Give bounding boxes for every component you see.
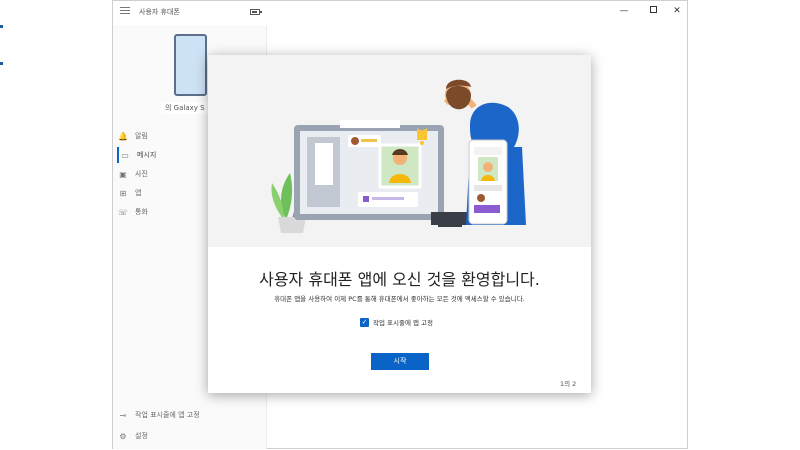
page-indicator: 1의 2 bbox=[560, 380, 577, 388]
welcome-subtitle: 휴대폰 앱을 사용하여 이제 PC를 통해 휴대폰에서 좋아하는 모든 것에 액… bbox=[274, 295, 525, 303]
sidebar-item-label: 앱 bbox=[135, 189, 142, 197]
device-name[interactable]: 의 Galaxy S bbox=[161, 102, 209, 114]
maximize-icon bbox=[649, 6, 657, 13]
sidebar-item-label: 작업 표시줄에 앱 고정 bbox=[135, 411, 200, 419]
desktop-edge-mark bbox=[0, 25, 3, 28]
photo-icon: ▣ bbox=[119, 169, 127, 179]
pin-icon: ⊸ bbox=[119, 410, 127, 420]
sidebar-item-label: 통화 bbox=[135, 208, 148, 216]
sidebar-item-pin-to-taskbar[interactable]: ⊸ 작업 표시줄에 앱 고정 bbox=[117, 407, 257, 423]
phone-image bbox=[174, 34, 207, 96]
bell-icon: 🔔 bbox=[118, 131, 128, 141]
sidebar-item-label: 메시지 bbox=[137, 151, 157, 159]
welcome-illustration bbox=[208, 55, 591, 247]
phone-icon: ☏ bbox=[117, 207, 128, 217]
app-title: 사용자 휴대폰 bbox=[139, 8, 180, 16]
hamburger-menu-icon[interactable] bbox=[120, 7, 130, 17]
gear-icon: ⚙ bbox=[119, 431, 127, 441]
sidebar-item-label: 사진 bbox=[135, 170, 148, 178]
battery-icon bbox=[250, 9, 262, 15]
start-button[interactable]: 시작 bbox=[371, 353, 429, 370]
pin-to-taskbar-checkbox-row[interactable]: ✓ 작업 표시줄에 앱 고정 bbox=[360, 317, 433, 327]
desktop-edge-mark bbox=[0, 62, 3, 65]
minimize-button[interactable]: — bbox=[617, 5, 631, 17]
sidebar-item-label: 설정 bbox=[135, 432, 148, 440]
sidebar-item-label: 알림 bbox=[135, 132, 148, 140]
welcome-title: 사용자 휴대폰 앱에 오신 것을 환영합니다. bbox=[259, 270, 540, 289]
apps-icon: ⊞ bbox=[119, 188, 127, 198]
maximize-button[interactable] bbox=[646, 5, 660, 17]
sidebar-item-settings[interactable]: ⚙ 설정 bbox=[117, 428, 257, 444]
title-bar: 사용자 휴대폰 — ✕ bbox=[113, 1, 687, 25]
welcome-illustration-svg bbox=[271, 79, 526, 233]
close-button[interactable]: ✕ bbox=[670, 5, 684, 17]
welcome-dialog: 사용자 휴대폰 앱에 오신 것을 환영합니다. 휴대폰 앱을 사용하여 이제 P… bbox=[208, 55, 591, 393]
pin-to-taskbar-checkbox[interactable]: ✓ bbox=[360, 317, 369, 327]
message-icon: ▭ bbox=[121, 150, 129, 160]
pin-to-taskbar-label: 작업 표시줄에 앱 고정 bbox=[373, 319, 434, 327]
desktop: 사용자 휴대폰 — ✕ 의 Galaxy S 🔔 알림 ▭ 메시지 ▣ 사진 ⊞ bbox=[0, 0, 800, 450]
